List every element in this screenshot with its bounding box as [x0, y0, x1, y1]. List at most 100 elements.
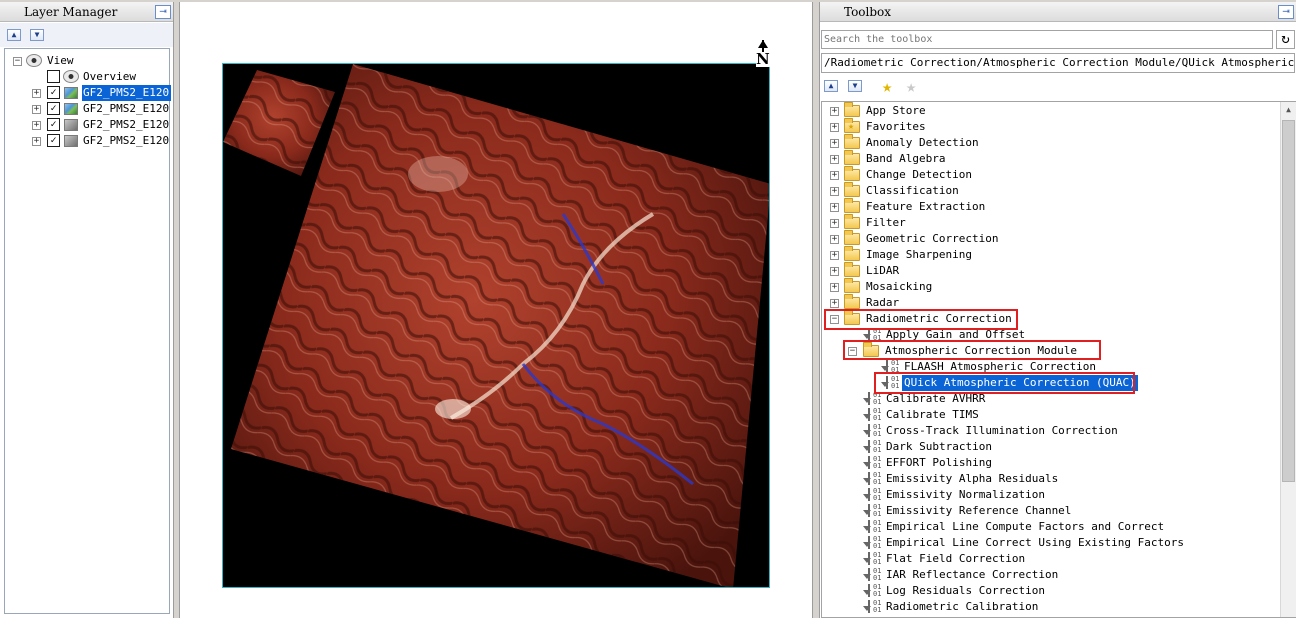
- tool-icon: 01 01: [863, 472, 881, 486]
- toolbox-folder[interactable]: + LiDAR: [822, 262, 1280, 279]
- remove-favorite-icon[interactable]: ★: [906, 77, 916, 97]
- expand-icon[interactable]: +: [830, 267, 839, 276]
- layer-checkbox[interactable]: ✓: [47, 86, 60, 99]
- toolbox-search-input[interactable]: [821, 30, 1273, 49]
- expand-icon[interactable]: +: [830, 283, 839, 292]
- layer-item[interactable]: + ✓ GF2_PMS2_E120.: [5, 85, 171, 101]
- raster-layer-icon: [64, 103, 78, 115]
- north-arrow-icon: N: [756, 40, 770, 70]
- expand-icon[interactable]: +: [32, 137, 41, 146]
- expand-icon[interactable]: +: [830, 155, 839, 164]
- raster-image-frame[interactable]: [222, 63, 770, 588]
- expand-icon[interactable]: +: [830, 203, 839, 212]
- toolbox-folder[interactable]: + Filter: [822, 214, 1280, 231]
- tree-item-label: Emissivity Alpha Residuals: [886, 472, 1059, 485]
- expand-icon[interactable]: +: [830, 251, 839, 260]
- layer-item[interactable]: + ✓ GF2_PMS2_E120.7: [5, 117, 171, 133]
- toolbox-folder[interactable]: + Mosaicking: [822, 278, 1280, 295]
- highlight-radiometric-correction: [824, 309, 1018, 330]
- north-arrow-label: N: [756, 50, 770, 68]
- expand-icon[interactable]: +: [32, 105, 41, 114]
- tool-item[interactable]: 01 01 Dark Subtraction: [822, 439, 1280, 455]
- expand-icon[interactable]: +: [830, 235, 839, 244]
- expand-icon[interactable]: +: [830, 107, 839, 116]
- expand-icon[interactable]: +: [830, 123, 839, 132]
- refresh-icon[interactable]: ↻: [1276, 30, 1295, 49]
- toolbox-folder[interactable]: + Feature Extraction: [822, 198, 1280, 215]
- folder-icon: [844, 278, 860, 293]
- folder-icon: [844, 102, 860, 117]
- layer-checkbox[interactable]: [47, 70, 60, 83]
- folder-icon: [844, 182, 860, 197]
- expand-icon[interactable]: +: [830, 171, 839, 180]
- tree-item-label: LiDAR: [866, 264, 900, 277]
- layer-label: GF2_PMS2_E120.7: [83, 118, 171, 131]
- dock-pin-icon[interactable]: ⇥: [155, 5, 171, 19]
- tree-scrollbar[interactable]: ▲: [1280, 102, 1296, 617]
- tree-item-label: App Store: [866, 104, 926, 117]
- tool-icon: 01 01: [863, 488, 881, 502]
- tool-item[interactable]: 01 01 Empirical Line Correct Using Existin…: [822, 535, 1280, 551]
- tool-item[interactable]: 01 01 Radiometric Calibration: [822, 599, 1280, 615]
- layer-label: GF2_PMS2_E120.7: [83, 134, 171, 147]
- layer-checkbox[interactable]: ✓: [47, 102, 60, 115]
- toolbox-folder[interactable]: + Change Detection: [822, 166, 1280, 183]
- tool-item[interactable]: 01 01 EFFORT Polishing: [822, 455, 1280, 471]
- layer-tree: − View Overview + ✓ GF2_PMS2_E120. + ✓ G…: [4, 48, 171, 614]
- tool-item[interactable]: 01 01 Emissivity Alpha Residuals: [822, 471, 1280, 487]
- tool-item[interactable]: 01 01 IAR Reflectance Correction: [822, 567, 1280, 583]
- move-up-button[interactable]: ▲: [7, 29, 21, 41]
- dock-pin-icon[interactable]: ⇥: [1278, 5, 1294, 19]
- layer-item-overview[interactable]: Overview: [5, 69, 165, 85]
- expand-icon[interactable]: +: [830, 299, 839, 308]
- expand-icon[interactable]: +: [830, 139, 839, 148]
- expand-icon[interactable]: +: [830, 219, 839, 228]
- tool-icon: 01 01: [863, 552, 881, 566]
- toolbox-folder[interactable]: + Anomaly Detection: [822, 134, 1280, 151]
- collapse-icon[interactable]: −: [13, 57, 22, 66]
- tool-item[interactable]: 01 01 Flat Field Correction: [822, 551, 1280, 567]
- folder-icon: [844, 150, 860, 165]
- tool-icon: 01 01: [863, 600, 881, 614]
- layer-checkbox[interactable]: ✓: [47, 118, 60, 131]
- move-up-button[interactable]: ▲: [824, 80, 838, 92]
- move-down-button[interactable]: ▼: [30, 29, 44, 41]
- tool-icon: 01 01: [863, 520, 881, 534]
- tool-icon: 01 01: [863, 424, 881, 438]
- tool-icon: 01 01: [863, 456, 881, 470]
- tree-root-view[interactable]: − View: [5, 53, 165, 69]
- toolbox-folder[interactable]: + Geometric Correction: [822, 230, 1280, 247]
- scroll-up-button[interactable]: ▲: [1281, 102, 1296, 118]
- view-label: View: [47, 54, 74, 67]
- expand-icon[interactable]: +: [830, 187, 839, 196]
- tool-item[interactable]: 01 01 Calibrate TIMS: [822, 407, 1280, 423]
- move-down-button[interactable]: ▼: [848, 80, 862, 92]
- tool-item[interactable]: 01 01 Log Residuals Correction: [822, 583, 1280, 599]
- toolbox-folder[interactable]: + App Store: [822, 102, 1280, 119]
- scroll-thumb[interactable]: [1282, 120, 1295, 482]
- tool-item[interactable]: 01 01 Empirical Line Compute Factors and C…: [822, 519, 1280, 535]
- toolbox-folder[interactable]: + Image Sharpening: [822, 246, 1280, 263]
- toolbox-folder[interactable]: + Classification: [822, 182, 1280, 199]
- tool-item[interactable]: 01 01 Cross-Track Illumination Correction: [822, 423, 1280, 439]
- layer-checkbox[interactable]: ✓: [47, 134, 60, 147]
- toolbox-folder[interactable]: + Band Algebra: [822, 150, 1280, 167]
- tool-item[interactable]: 01 01 Emissivity Reference Channel: [822, 503, 1280, 519]
- satellite-image: [223, 64, 769, 587]
- toolbox-path-field[interactable]: /Radiometric Correction/Atmospheric Corr…: [821, 53, 1295, 73]
- tree-item-label: Geometric Correction: [866, 232, 999, 245]
- folder-icon: [844, 230, 860, 245]
- layer-item[interactable]: + ✓ GF2_PMS2_E120.7: [5, 101, 171, 117]
- tool-icon: 01 01: [863, 504, 881, 518]
- raster-layer-icon: [64, 87, 78, 99]
- tool-icon: 01 01: [863, 440, 881, 454]
- image-view[interactable]: N: [179, 2, 813, 618]
- expand-icon[interactable]: +: [32, 121, 41, 130]
- expand-icon[interactable]: +: [32, 89, 41, 98]
- add-favorite-icon[interactable]: ★: [882, 77, 892, 97]
- layer-item[interactable]: + ✓ GF2_PMS2_E120.7: [5, 133, 171, 149]
- favorites-folder-icon: [844, 118, 860, 135]
- tree-item-label: IAR Reflectance Correction: [886, 568, 1059, 581]
- toolbox-folder[interactable]: + Favorites: [822, 118, 1280, 135]
- tool-item[interactable]: 01 01 Emissivity Normalization: [822, 487, 1280, 503]
